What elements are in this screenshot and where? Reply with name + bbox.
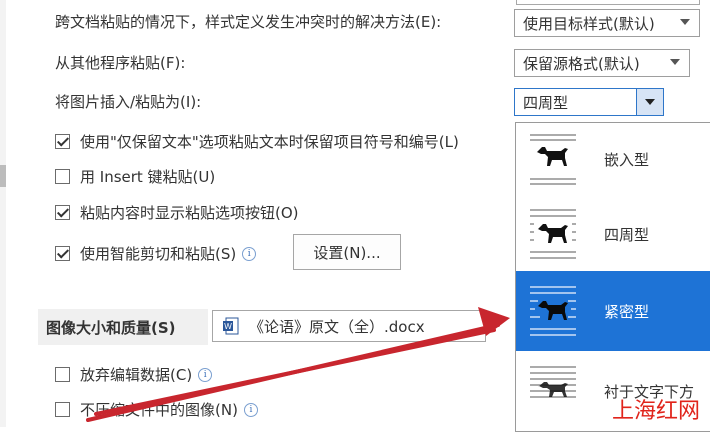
watermark-text: 上海红网 (611, 399, 700, 424)
wrap-option-label: 紧密型 (604, 302, 650, 321)
tight-wrap-icon (530, 286, 576, 336)
wrap-option-label: 嵌入型 (604, 150, 650, 169)
wrap-option-square[interactable]: 四周型 (516, 198, 710, 270)
behind-text-icon (530, 366, 576, 398)
arrow-lines (86, 323, 500, 422)
wrap-option-tight[interactable]: 紧密型 (516, 271, 710, 351)
wrap-option-inline[interactable]: 嵌入型 (516, 123, 710, 195)
wrap-style-dropdown-list[interactable]: 嵌入型 四周型 紧密型 衬于文字下方 (515, 122, 710, 432)
wrap-option-label: 四周型 (604, 225, 650, 244)
inline-wrap-icon (530, 134, 576, 185)
square-wrap-icon (530, 209, 576, 259)
